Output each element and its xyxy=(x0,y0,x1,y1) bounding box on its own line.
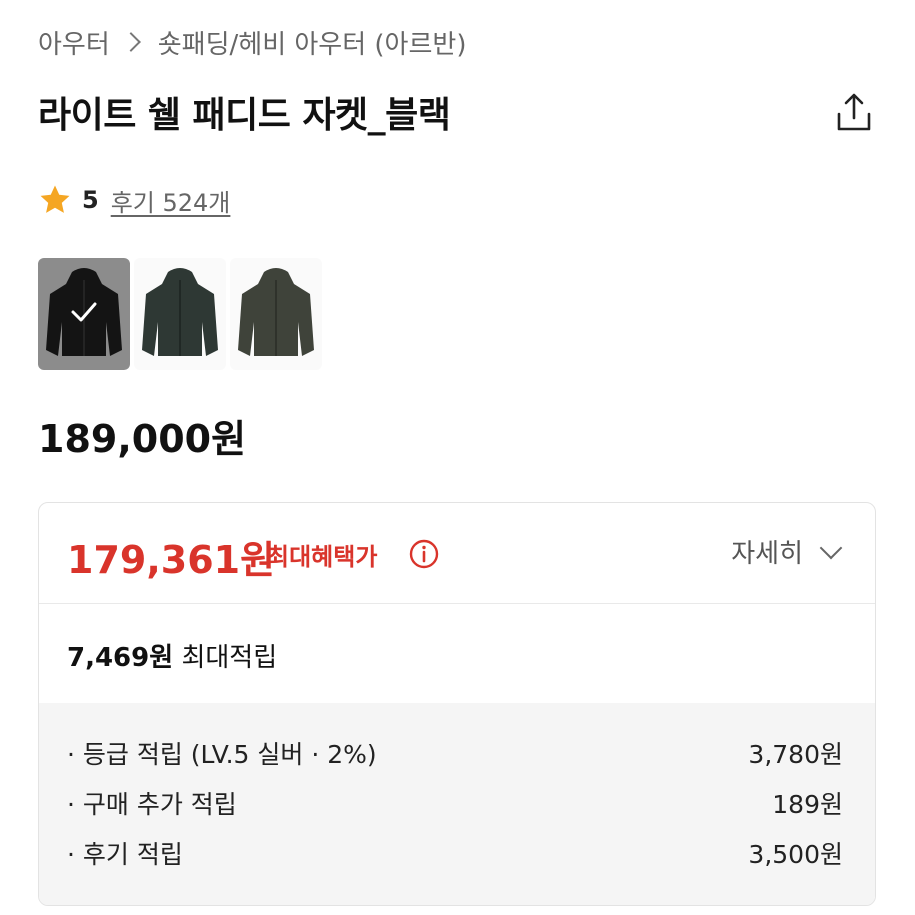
check-icon xyxy=(71,302,97,322)
share-icon[interactable] xyxy=(834,92,874,134)
points-row-value: 189원 xyxy=(772,790,843,819)
jacket-charcoal-green-image xyxy=(142,268,218,356)
breadcrumb-item-outer[interactable]: 아우터 xyxy=(38,24,110,61)
max-points-label: 최대적립 xyxy=(181,643,278,673)
product-price: 189,000원 xyxy=(38,417,247,461)
chevron-right-icon xyxy=(120,32,141,52)
max-points-amount: 7,469원 xyxy=(67,643,174,673)
product-title: 라이트 쉘 패디드 자켓_블랙 xyxy=(38,95,451,136)
benefit-header: 179,361원 최대혜택가 자세히 xyxy=(39,503,875,604)
swatch-khaki[interactable] xyxy=(230,258,322,370)
max-points: 7,469원 최대적립 xyxy=(67,637,277,674)
star-icon xyxy=(40,185,70,213)
jacket-khaki-image xyxy=(238,268,314,356)
reviews-link[interactable]: 후기 524개 xyxy=(111,183,231,218)
max-benefit-label: 최대혜택가 xyxy=(267,543,378,571)
points-row-purchase: · 구매 추가 적립 189원 xyxy=(67,783,843,823)
points-row-label: · 후기 적립 xyxy=(67,840,183,869)
max-benefit-price: 179,361원 xyxy=(67,538,276,582)
swatch-black[interactable] xyxy=(38,258,130,370)
detail-label: 자세히 xyxy=(731,539,803,569)
points-breakdown: · 등급 적립 (LV.5 실버 · 2%) 3,780원 · 구매 추가 적립… xyxy=(39,703,875,905)
points-row-label: · 등급 적립 (LV.5 실버 · 2%) xyxy=(67,740,377,769)
points-row-label: · 구매 추가 적립 xyxy=(67,790,237,819)
chevron-down-icon xyxy=(819,536,843,559)
breadcrumb-item-short-padding[interactable]: 숏패딩/헤비 아우터 (아르반) xyxy=(158,24,467,61)
info-icon[interactable] xyxy=(409,539,439,569)
rating-summary: 5 후기 524개 xyxy=(38,180,230,220)
points-row-grade: · 등급 적립 (LV.5 실버 · 2%) 3,780원 xyxy=(67,733,843,773)
points-row-review: · 후기 적립 3,500원 xyxy=(67,833,843,873)
breadcrumb: 아우터 숏패딩/헤비 아우터 (아르반) xyxy=(38,22,466,62)
benefit-card: 179,361원 최대혜택가 자세히 7,469원 최대적립 · 등급 적립 (… xyxy=(38,502,876,906)
swatch-charcoal-green[interactable] xyxy=(134,258,226,370)
color-swatches xyxy=(38,258,322,370)
detail-toggle[interactable]: 자세히 xyxy=(731,533,843,570)
points-row-value: 3,500원 xyxy=(748,840,843,869)
points-row-value: 3,780원 xyxy=(748,740,843,769)
rating-score: 5 xyxy=(82,186,99,214)
